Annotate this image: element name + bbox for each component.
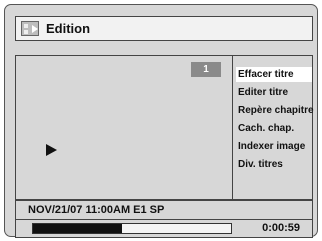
- playback-bar: 0:00:59: [15, 220, 313, 238]
- playback-progress-bar: [32, 223, 232, 234]
- page-title: Edition: [46, 21, 91, 36]
- edit-menu: Effacer titre Editer titre Repère chapit…: [232, 56, 314, 199]
- title-number-badge: 1: [191, 62, 221, 77]
- play-icon: [46, 144, 57, 156]
- menu-item-cach-chap[interactable]: Cach. chap.: [236, 121, 312, 136]
- menu-item-indexer-image[interactable]: Indexer image: [236, 139, 312, 154]
- recording-info: NOV/21/07 11:00AM E1 SP: [28, 204, 165, 216]
- video-preview: 1: [16, 56, 232, 199]
- menu-item-effacer-titre[interactable]: Effacer titre: [236, 67, 312, 82]
- menu-item-div-titres[interactable]: Div. titres: [236, 157, 312, 172]
- osd-screen: Edition 1 Effacer titre Editer titre Rep…: [4, 4, 318, 238]
- status-bar: NOV/21/07 11:00AM E1 SP: [15, 200, 313, 220]
- title-bar: Edition: [15, 16, 313, 41]
- menu-item-repere-chapitre[interactable]: Repère chapitre: [236, 103, 314, 118]
- elapsed-time: 0:00:59: [262, 222, 300, 234]
- edit-film-icon: [21, 21, 39, 36]
- main-panel: 1 Effacer titre Editer titre Repère chap…: [15, 55, 314, 200]
- menu-item-editer-titre[interactable]: Editer titre: [236, 85, 312, 100]
- playback-progress-fill: [33, 224, 123, 233]
